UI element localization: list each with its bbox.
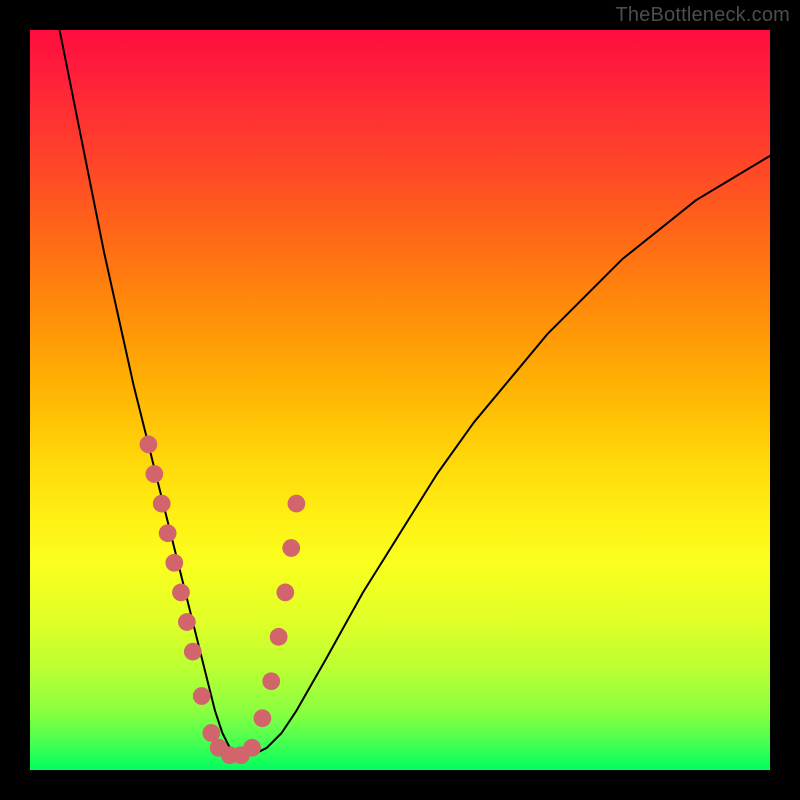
chart-frame: TheBottleneck.com xyxy=(0,0,800,800)
dot-marker xyxy=(270,628,288,646)
dot-marker xyxy=(153,495,171,513)
dot-marker xyxy=(282,539,300,557)
dot-marker xyxy=(172,584,190,602)
watermark-text: TheBottleneck.com xyxy=(615,4,790,27)
dot-marker xyxy=(262,672,280,690)
dot-marker xyxy=(140,436,158,454)
dot-marker xyxy=(145,465,163,483)
dot-marker xyxy=(253,709,271,727)
dot-marker xyxy=(165,554,183,572)
dot-markers xyxy=(140,436,306,765)
dot-marker xyxy=(193,687,211,705)
dot-marker xyxy=(184,643,202,661)
plot-area xyxy=(30,30,770,770)
dot-marker xyxy=(178,613,196,631)
dot-marker xyxy=(159,524,177,542)
chart-svg xyxy=(30,30,770,770)
bottleneck-curve xyxy=(60,30,770,755)
dot-marker xyxy=(276,584,294,602)
dot-marker xyxy=(288,495,306,513)
dot-marker xyxy=(243,739,261,757)
